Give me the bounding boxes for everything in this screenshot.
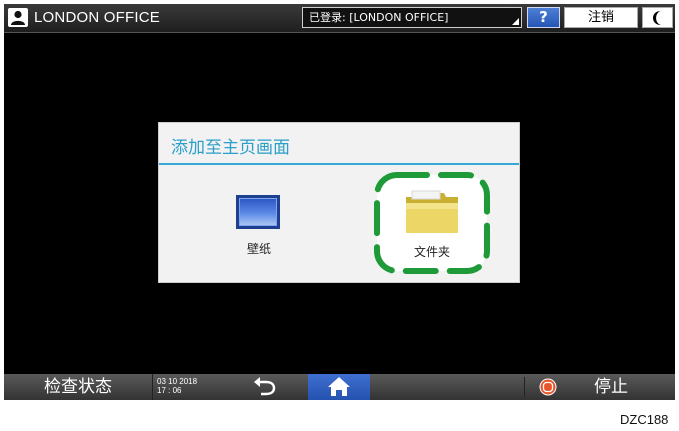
back-button[interactable]: [232, 374, 304, 400]
moon-icon: [652, 11, 661, 25]
check-status-button[interactable]: 检查状态: [4, 374, 153, 400]
office-title: LONDON OFFICE: [34, 9, 160, 26]
wallpaper-tile[interactable]: 壁纸: [209, 185, 309, 265]
corner-indicator-icon: [512, 18, 519, 25]
help-button[interactable]: ?: [527, 7, 560, 28]
figure-caption: DZC188: [620, 412, 669, 427]
dialog-title: 添加至主页画面: [171, 138, 290, 158]
back-arrow-icon: [254, 377, 276, 396]
add-to-home-dialog: 添加至主页画面 壁纸 文件夹: [158, 122, 520, 283]
top-bar: LONDON OFFICE 已登录: [LONDON OFFICE] ? 注销: [4, 4, 675, 33]
bar-divider: [524, 377, 525, 397]
logout-button[interactable]: 注销: [564, 7, 638, 28]
energy-saver-button[interactable]: [642, 7, 673, 28]
time-text: 17 : 06: [157, 386, 182, 395]
user-icon[interactable]: [8, 8, 28, 27]
folder-label: 文件夹: [413, 245, 450, 259]
dialog-divider: [159, 163, 519, 165]
bottom-bar: 检查状态 03 10 2018 17 : 06 停止: [4, 374, 675, 400]
wallpaper-label: 壁纸: [246, 242, 271, 256]
home-icon: [328, 377, 350, 396]
wallpaper-icon: [236, 195, 280, 229]
login-status-label: 已登录: [LONDON OFFICE]: [309, 11, 449, 24]
date-text: 03 10 2018: [157, 377, 198, 386]
folder-icon: [406, 190, 458, 233]
stop-button[interactable]: 停止: [594, 374, 654, 400]
date-time-display: 03 10 2018 17 : 06: [157, 377, 197, 395]
stop-icon[interactable]: [539, 378, 557, 396]
folder-tile[interactable]: 文件夹: [371, 169, 493, 277]
home-button[interactable]: [308, 374, 370, 400]
login-status-box[interactable]: 已登录: [LONDON OFFICE]: [302, 7, 522, 28]
device-screen: LONDON OFFICE 已登录: [LONDON OFFICE] ? 注销 …: [4, 4, 675, 400]
